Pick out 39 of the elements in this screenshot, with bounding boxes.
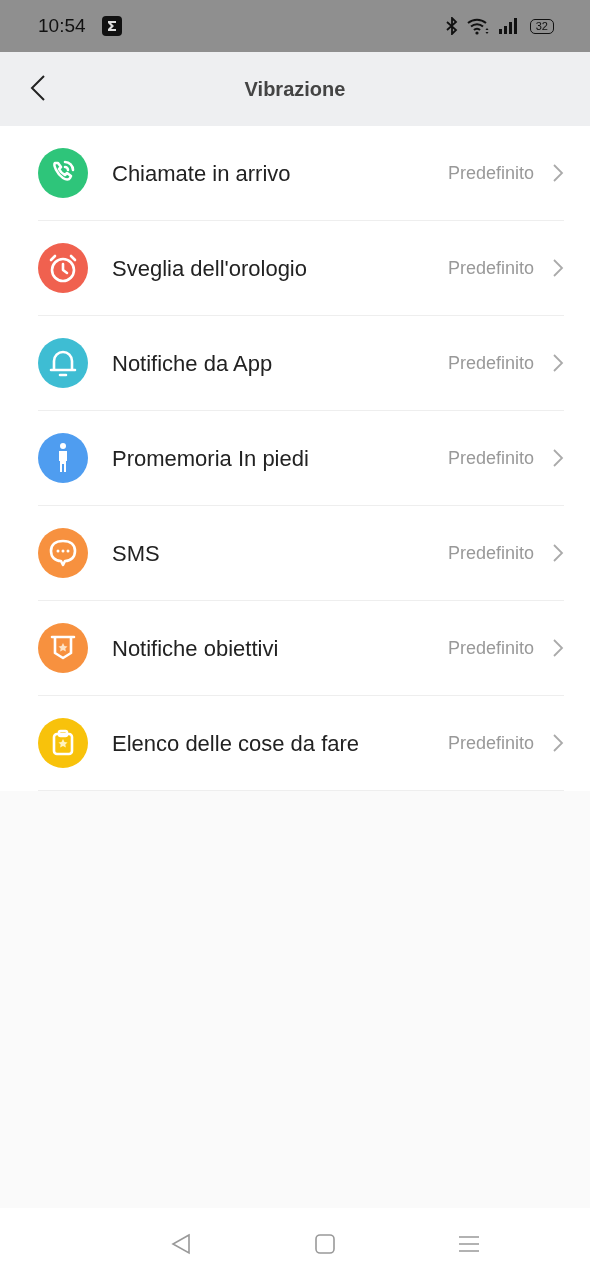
settings-row[interactable]: Promemoria In piedi Predefinito [38,411,564,506]
battery-indicator: 32 [529,18,554,34]
settings-row[interactable]: Notifiche da App Predefinito [38,316,564,411]
signal-icon [497,18,518,34]
chevron-icon [552,638,564,658]
row-label: Promemoria In piedi [112,444,309,473]
row-value: Predefinito [447,541,534,565]
row-label: Sveglia dell'orologio [112,254,307,283]
settings-row[interactable]: Chiamate in arrivo Predefinito [38,126,564,221]
row-label: Notifiche obiettivi [112,634,279,663]
settings-row[interactable]: Elenco delle cose da fare Predefinito [38,696,564,791]
bluetooth-icon [445,17,458,35]
row-value: Predefinito [447,256,534,280]
settings-row[interactable]: Sveglia dell'orologio Predefinito [38,221,564,316]
row-label: Chiamate in arrivo [112,159,291,188]
chevron-icon [552,163,564,183]
row-value: Predefinito [447,351,534,375]
row-value: Predefinito [447,731,534,755]
row-value: Predefinito [447,636,534,660]
wifi-icon [465,17,490,35]
menu-icon[interactable] [458,1235,481,1253]
home-nav-icon[interactable] [315,1234,335,1254]
settings-row[interactable]: Notifiche obiettivi Predefinito [38,601,564,696]
status-time: 10:54 [38,13,86,38]
sigma-icon [101,16,122,36]
chevron-icon [552,448,564,468]
row-label: Notifiche da App [112,349,273,378]
page-title: Vibrazione [244,77,346,102]
chevron-icon [552,353,564,373]
back-nav-icon[interactable] [169,1233,192,1255]
chevron-icon [552,258,564,278]
row-value: Predefinito [447,161,534,185]
row-label: SMS [112,539,160,568]
chevron-icon [552,543,564,563]
row-label: Elenco delle cose da fare [112,729,360,758]
chevron-icon [552,733,564,753]
settings-row[interactable]: SMS Predefinito [38,506,564,601]
back-button[interactable] [30,74,46,102]
row-value: Predefinito [447,446,534,470]
